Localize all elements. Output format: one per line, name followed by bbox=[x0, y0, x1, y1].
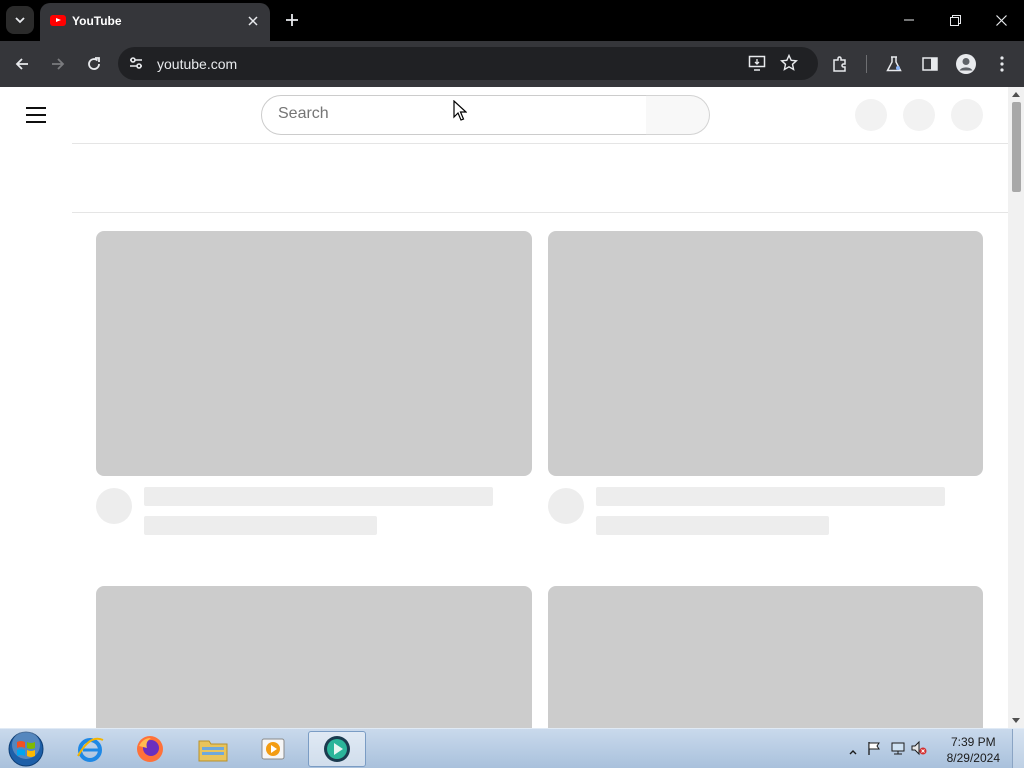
video-meta-placeholder bbox=[596, 516, 829, 535]
show-desktop-button[interactable] bbox=[1012, 729, 1024, 768]
search-button[interactable] bbox=[646, 95, 710, 135]
scrollbar-thumb[interactable] bbox=[1012, 102, 1021, 192]
side-panel-button[interactable] bbox=[917, 51, 943, 77]
video-title-placeholder bbox=[596, 487, 945, 506]
video-thumbnail-placeholder[interactable] bbox=[96, 586, 532, 728]
chips-divider bbox=[72, 212, 1008, 213]
plus-icon bbox=[286, 14, 298, 26]
volume-tray[interactable] bbox=[910, 740, 928, 761]
menu-icon bbox=[26, 107, 46, 109]
back-button[interactable] bbox=[9, 51, 35, 77]
avatar-placeholder[interactable] bbox=[951, 99, 983, 131]
tab-strip: YouTube bbox=[0, 0, 1024, 41]
action-center-tray[interactable] bbox=[866, 740, 882, 761]
tab-close-button[interactable] bbox=[244, 12, 262, 30]
taskbar-internet-explorer[interactable] bbox=[62, 731, 118, 767]
labs-button[interactable] bbox=[881, 51, 907, 77]
star-icon bbox=[779, 53, 799, 71]
close-icon bbox=[995, 14, 1007, 26]
site-info-button[interactable] bbox=[128, 55, 144, 76]
taskbar-firefox[interactable] bbox=[122, 731, 178, 767]
header-button-placeholder-2[interactable] bbox=[903, 99, 935, 131]
clock-date: 8/29/2024 bbox=[946, 751, 1000, 765]
windows-logo-icon bbox=[8, 731, 44, 767]
scroll-down-icon[interactable] bbox=[1012, 718, 1020, 723]
tab-youtube[interactable]: YouTube bbox=[40, 3, 270, 41]
install-app-button[interactable] bbox=[748, 54, 766, 77]
chrome-menu-button[interactable] bbox=[989, 51, 1015, 77]
taskbar-file-explorer[interactable] bbox=[185, 731, 241, 767]
internet-explorer-icon bbox=[77, 737, 104, 762]
channel-avatar-placeholder bbox=[96, 488, 132, 524]
header-button-placeholder-1[interactable] bbox=[855, 99, 887, 131]
youtube-page bbox=[0, 87, 1024, 728]
video-thumbnail-placeholder[interactable] bbox=[548, 586, 983, 728]
arrow-right-icon bbox=[52, 58, 65, 70]
scroll-up-icon[interactable] bbox=[1012, 92, 1020, 97]
restore-button[interactable] bbox=[932, 0, 978, 40]
tune-icon bbox=[130, 57, 142, 69]
close-icon bbox=[248, 16, 258, 26]
forward-button[interactable] bbox=[45, 51, 71, 77]
url-text: youtube.com bbox=[157, 56, 238, 72]
guide-menu-button[interactable] bbox=[26, 107, 46, 123]
side-panel-icon bbox=[922, 57, 938, 71]
tab-title: YouTube bbox=[72, 14, 122, 28]
bookmark-button[interactable] bbox=[779, 53, 799, 77]
reload-icon bbox=[88, 57, 100, 70]
minimize-icon bbox=[904, 19, 914, 21]
firefox-icon bbox=[137, 736, 163, 762]
flag-icon bbox=[868, 742, 880, 755]
puzzle-icon bbox=[833, 56, 846, 72]
show-hidden-icons-button[interactable] bbox=[848, 743, 858, 761]
more-vert-icon bbox=[1000, 56, 1004, 72]
address-bar[interactable]: youtube.com bbox=[118, 47, 818, 80]
search-input[interactable] bbox=[278, 105, 618, 123]
clock-time: 7:39 PM bbox=[950, 735, 996, 749]
restore-icon bbox=[949, 14, 961, 26]
app-icon bbox=[324, 736, 350, 762]
network-icon bbox=[891, 742, 905, 755]
chevron-down-icon bbox=[15, 17, 25, 24]
minimize-button[interactable] bbox=[886, 0, 932, 40]
close-window-button[interactable] bbox=[978, 0, 1024, 40]
taskbar-media-player[interactable] bbox=[245, 731, 301, 767]
toolbar-divider bbox=[866, 55, 867, 73]
video-meta-placeholder bbox=[144, 516, 377, 535]
arrow-left-icon bbox=[15, 58, 28, 70]
new-tab-button[interactable] bbox=[280, 8, 304, 32]
install-app-icon bbox=[748, 55, 766, 71]
clock[interactable]: 7:39 PM 8/29/2024 bbox=[947, 734, 1000, 766]
page-scrollbar[interactable] bbox=[1008, 87, 1024, 728]
network-tray[interactable] bbox=[890, 740, 906, 761]
start-button[interactable] bbox=[6, 731, 46, 767]
media-player-icon bbox=[261, 738, 285, 760]
video-thumbnail-placeholder[interactable] bbox=[96, 231, 532, 476]
chevron-up-icon bbox=[849, 750, 857, 755]
flask-icon bbox=[886, 56, 902, 72]
windows-taskbar: 7:39 PM 8/29/2024 bbox=[0, 728, 1024, 768]
extensions-button[interactable] bbox=[827, 51, 853, 77]
browser-toolbar: youtube.com bbox=[0, 41, 1024, 87]
taskbar-active-app[interactable] bbox=[308, 731, 366, 767]
video-title-placeholder bbox=[144, 487, 493, 506]
video-thumbnail-placeholder[interactable] bbox=[548, 231, 983, 476]
system-tray: 7:39 PM 8/29/2024 bbox=[834, 729, 1024, 768]
reload-button[interactable] bbox=[81, 51, 107, 77]
channel-avatar-placeholder bbox=[548, 488, 584, 524]
folder-icon bbox=[198, 740, 228, 762]
profile-button[interactable] bbox=[953, 51, 979, 77]
tab-search-button[interactable] bbox=[6, 6, 34, 34]
volume-muted-icon bbox=[911, 740, 927, 756]
profile-icon bbox=[956, 54, 976, 74]
header-divider bbox=[72, 143, 1008, 144]
youtube-favicon-icon bbox=[50, 15, 66, 26]
mouse-cursor-icon bbox=[453, 100, 467, 121]
